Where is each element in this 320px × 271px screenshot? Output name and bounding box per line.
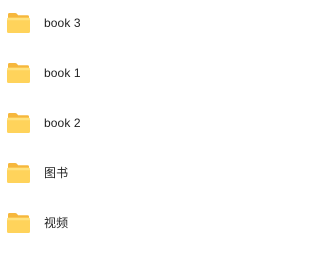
folder-name: 视频 xyxy=(44,216,69,230)
folder-icon xyxy=(6,112,31,134)
folder-name: book 2 xyxy=(44,116,81,130)
folder-name: 图书 xyxy=(44,166,69,180)
folder-icon xyxy=(6,12,31,34)
folder-item-book-2[interactable]: book 2 xyxy=(0,106,251,140)
file-list: book 3 book 1 book 2 图书 视频 xyxy=(0,0,251,271)
folder-name: book 1 xyxy=(44,66,81,80)
folder-item-book-3[interactable]: book 3 xyxy=(0,6,251,40)
folder-name: book 3 xyxy=(44,16,81,30)
folder-icon xyxy=(6,212,31,234)
folder-item-book-1[interactable]: book 1 xyxy=(0,56,251,90)
folder-item-videos-chinese[interactable]: 视频 xyxy=(0,206,251,240)
folder-item-books-chinese[interactable]: 图书 xyxy=(0,156,251,190)
folder-icon xyxy=(6,162,31,184)
folder-icon xyxy=(6,62,31,84)
